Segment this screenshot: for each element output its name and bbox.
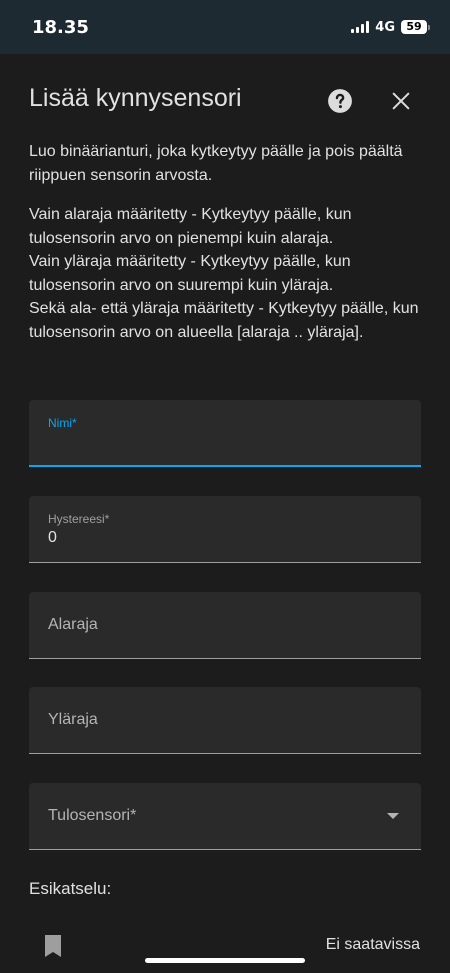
rule-upper-only: Vain yläraja määritetty - Kytkeytyy pääl… [29,253,351,294]
threshold-rules: Vain alaraja määritetty - Kytkeytyy pääl… [29,203,421,344]
help-circle-icon[interactable] [327,88,353,114]
rule-both: Sekä ala- että yläraja määritetty - Kytk… [29,300,419,341]
battery-level: 59 [401,20,427,34]
lower-limit-field[interactable]: Alaraja [29,592,421,659]
input-sensor-select[interactable]: Tulosensori* [29,783,421,850]
hysteresis-field-value: 0 [48,529,57,546]
status-indicators: 4G 59 [351,20,430,35]
home-indicator[interactable] [145,958,305,963]
hysteresis-field-label: Hystereesi* [48,512,110,526]
preview-label: Esikatselu: [29,879,112,898]
network-type: 4G [375,19,395,35]
dialog-description: Luo binäärianturi, joka kytkeytyy päälle… [29,143,403,184]
status-bar: 18.35 4G 59 [0,0,450,54]
rule-lower-only: Vain alaraja määritetty - Kytkeytyy pääl… [29,206,352,247]
upper-limit-field-label: Yläraja [48,711,98,728]
bookmark-icon [45,935,61,957]
name-field-label: Nimi* [48,416,77,430]
dialog-title: Lisää kynnysensori [29,84,242,112]
name-field[interactable]: Nimi* [29,400,421,467]
dialog-header: Lisää kynnysensori [0,54,450,146]
lower-limit-field-label: Alaraja [48,616,98,633]
input-sensor-label: Tulosensori* [48,807,137,824]
add-threshold-sensor-dialog: Lisää kynnysensori Luo binäärianturi, jo… [0,54,450,973]
battery-icon: 59 [401,20,430,34]
signal-icon [351,21,370,33]
preview-state: Ei saatavissa [325,936,420,953]
hysteresis-field[interactable]: Hystereesi* 0 [29,496,421,563]
close-icon[interactable] [390,90,412,112]
upper-limit-field[interactable]: Yläraja [29,687,421,754]
chevron-down-icon[interactable] [387,813,399,819]
status-time: 18.35 [32,16,89,38]
